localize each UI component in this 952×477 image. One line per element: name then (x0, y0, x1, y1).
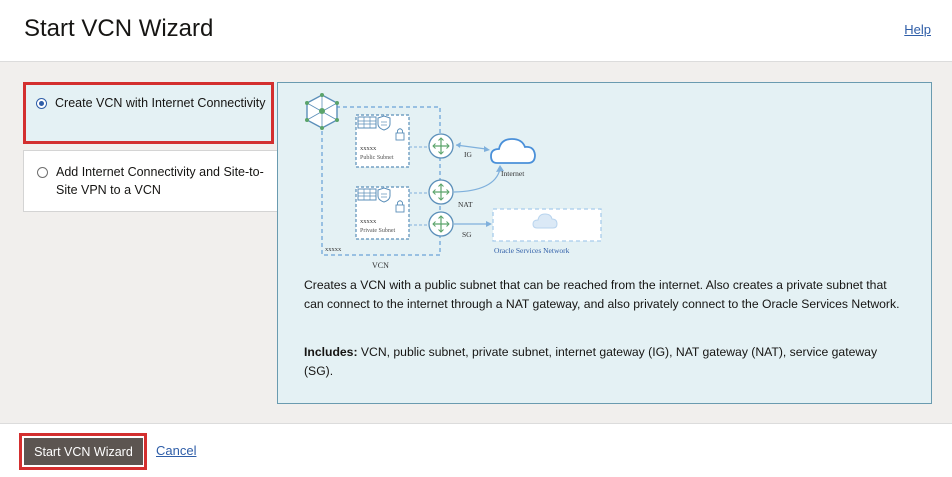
option-label: Create VCN with Internet Connectivity (55, 96, 266, 110)
svg-text:Oracle Services Network: Oracle Services Network (494, 246, 570, 255)
option-label: Add Internet Connectivity and Site-to-Si… (56, 165, 264, 197)
internet-gateway-icon (428, 133, 454, 159)
svg-text:NAT: NAT (458, 200, 473, 209)
svg-text:IG: IG (464, 150, 472, 159)
svg-text:Internet: Internet (501, 169, 525, 178)
nat-gateway-icon (428, 179, 454, 205)
start-vcn-wizard-button[interactable]: Start VCN Wizard (24, 438, 143, 465)
svg-text:Public Subnet: Public Subnet (360, 155, 394, 161)
option-create-vcn-internet[interactable]: Create VCN with Internet Connectivity (23, 82, 277, 144)
option-add-internet-vpn[interactable]: Add Internet Connectivity and Site-to-Si… (23, 150, 277, 212)
includes-label: Includes: (304, 345, 358, 359)
cancel-link[interactable]: Cancel (156, 443, 196, 458)
radio-add-internet-vpn[interactable] (37, 167, 48, 178)
internet-cloud-icon (490, 138, 536, 164)
help-link[interactable]: Help (904, 22, 931, 37)
option-detail-panel: xxxxx Public Subnet xxxxx Private Subnet… (277, 82, 932, 404)
page-header: Start VCN Wizard Help (0, 0, 952, 62)
service-gateway-icon (428, 211, 454, 237)
server-icon (357, 116, 377, 129)
svg-text:xxxxx: xxxxx (360, 145, 377, 152)
option-description: Creates a VCN with a public subnet that … (304, 278, 900, 311)
includes-text: VCN, public subnet, private subnet, inte… (304, 345, 878, 378)
svg-text:VCN: VCN (372, 261, 389, 270)
svg-text:xxxxx: xxxxx (325, 246, 342, 253)
page-title: Start VCN Wizard (24, 15, 214, 42)
vcn-architecture-diagram: xxxxx Public Subnet xxxxx Private Subnet… (305, 93, 602, 270)
svg-text:SG: SG (462, 230, 472, 239)
vcn-network-icon (305, 93, 339, 130)
shield-icon (377, 187, 391, 203)
svg-text:xxxxx: xxxxx (360, 218, 377, 225)
option-includes: Includes: VCN, public subnet, private su… (304, 343, 904, 380)
svg-text:Private Subnet: Private Subnet (360, 228, 395, 234)
server-icon (357, 188, 377, 201)
radio-create-vcn-internet[interactable] (36, 98, 47, 109)
shield-icon (377, 115, 391, 131)
wizard-footer: Start VCN Wizard Cancel (0, 423, 952, 477)
